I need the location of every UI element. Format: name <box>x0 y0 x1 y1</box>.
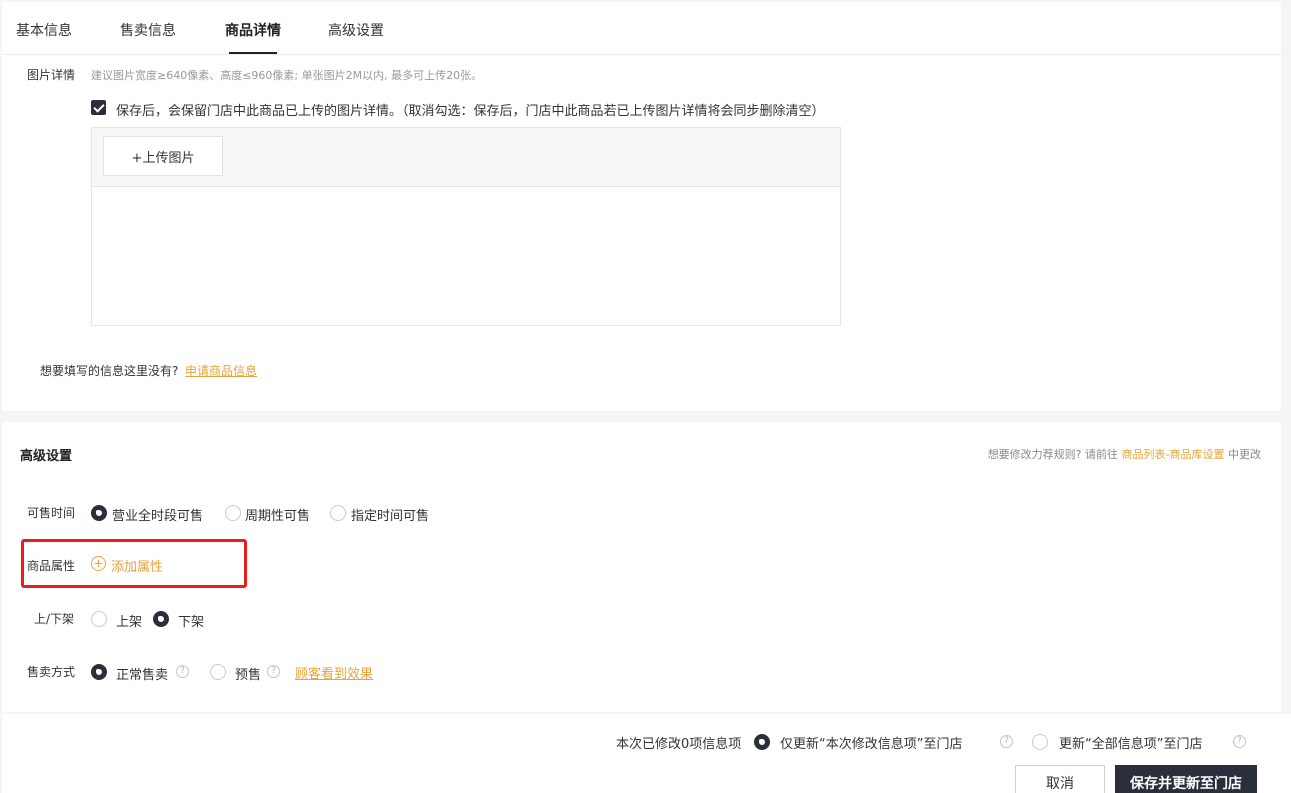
active-tab-indicator <box>229 52 277 54</box>
rule-hint-prefix: 想要修改力荐规则? 请前往 <box>987 448 1119 461</box>
upload-toolbar: +上传图片 <box>92 128 840 187</box>
sale-mode-presale-radio[interactable] <box>210 664 226 680</box>
sale-time-periodic-radio[interactable] <box>225 505 241 521</box>
image-detail-label: 图片详情 <box>27 68 76 82</box>
update-partial-help-icon[interactable]: ? <box>1000 735 1013 748</box>
sale-mode-label: 售卖方式 <box>27 665 76 679</box>
update-all-help-icon[interactable]: ? <box>1233 735 1246 748</box>
normal-sale-help-icon[interactable]: ? <box>176 665 189 678</box>
tab-basic-info[interactable]: 基本信息 <box>16 20 72 40</box>
tab-advanced-settings[interactable]: 高级设置 <box>328 20 384 40</box>
upload-image-button[interactable]: +上传图片 <box>103 136 223 176</box>
rule-hint-suffix: 中更改 <box>1228 448 1261 461</box>
sale-time-label: 可售时间 <box>27 506 76 520</box>
shelf-on-radio[interactable] <box>91 611 107 627</box>
apply-product-info-link[interactable]: 申请商品信息 <box>185 362 257 379</box>
keep-images-checkbox[interactable] <box>91 100 106 115</box>
tab-product-detail[interactable]: 商品详情 <box>225 20 281 40</box>
save-and-update-button[interactable]: 保存并更新至门店 <box>1115 765 1257 793</box>
customer-preview-link[interactable]: 顾客看到效果 <box>295 663 373 682</box>
sale-mode-normal-radio[interactable] <box>91 664 107 680</box>
update-partial-label[interactable]: 仅更新“本次修改信息项”至门店 <box>780 733 962 752</box>
keep-images-text: 保存后，会保留门店中此商品已上传的图片详情。（取消勾选：保存后，门店中此商品若已… <box>116 104 825 119</box>
changed-count-text: 本次已修改0项信息项 <box>616 737 742 752</box>
sale-mode-normal-label[interactable]: 正常售卖 <box>116 664 168 683</box>
footer-bar: 本次已修改0项信息项 仅更新“本次修改信息项”至门店 ? 更新“全部信息项”至门… <box>2 714 1291 793</box>
tab-bar: 基本信息 售卖信息 商品详情 高级设置 <box>2 2 1281 55</box>
shelf-off-radio[interactable] <box>153 611 169 627</box>
sale-time-specified-label[interactable]: 指定时间可售 <box>351 505 429 524</box>
shelf-on-label[interactable]: 上架 <box>116 611 142 630</box>
update-all-label[interactable]: 更新“全部信息项”至门店 <box>1059 733 1202 752</box>
highlight-annotation-box <box>21 539 247 588</box>
rule-hint: 想要修改力荐规则? 请前往 商品列表-商品库设置 中更改 <box>988 446 1261 462</box>
cancel-button[interactable]: 取消 <box>1015 765 1105 793</box>
product-library-settings-link[interactable]: 商品列表-商品库设置 <box>1122 448 1225 461</box>
advanced-settings-title: 高级设置 <box>20 449 73 464</box>
update-all-radio[interactable] <box>1032 734 1048 750</box>
shelf-label: 上/下架 <box>34 612 75 626</box>
sale-mode-presale-label[interactable]: 预售 <box>235 664 261 683</box>
sale-time-all-radio[interactable] <box>91 505 107 521</box>
presale-help-icon[interactable]: ? <box>267 665 280 678</box>
tab-sale-info[interactable]: 售卖信息 <box>120 20 176 40</box>
image-detail-hint: 建议图片宽度≥640像素、高度≤960像素; 单张图片2M以内, 最多可上传20… <box>91 69 483 82</box>
image-upload-area: +上传图片 <box>91 127 841 326</box>
missing-info-question: 想要填写的信息这里没有? <box>40 364 179 378</box>
sale-time-specified-radio[interactable] <box>330 505 346 521</box>
shelf-off-label[interactable]: 下架 <box>178 611 204 630</box>
sale-time-all-label[interactable]: 营业全时段可售 <box>112 505 203 524</box>
update-partial-radio[interactable] <box>754 734 770 750</box>
sale-time-periodic-label[interactable]: 周期性可售 <box>245 505 310 524</box>
product-detail-panel: 基本信息 售卖信息 商品详情 高级设置 图片详情 建议图片宽度≥640像素、高度… <box>2 2 1281 411</box>
